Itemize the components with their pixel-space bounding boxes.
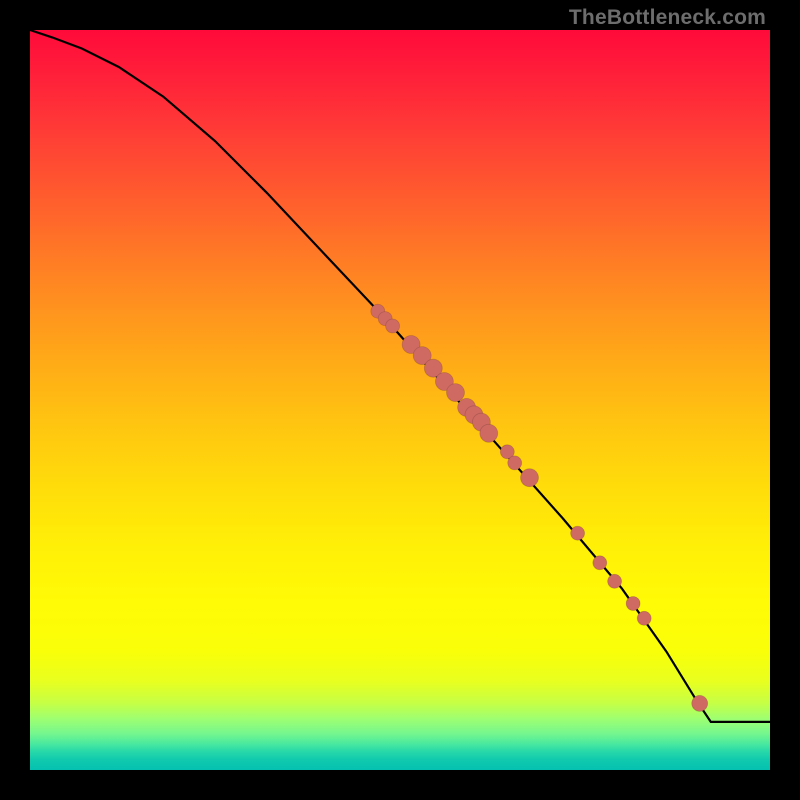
data-point <box>608 574 622 588</box>
chart-frame: TheBottleneck.com <box>0 0 800 800</box>
scatter-points <box>371 304 708 711</box>
data-point <box>386 319 400 333</box>
data-point <box>447 384 465 402</box>
data-point <box>508 456 522 470</box>
curve-line <box>30 30 770 722</box>
data-point <box>571 526 585 540</box>
data-point <box>692 695 708 711</box>
data-point <box>593 556 607 570</box>
data-point <box>637 611 651 625</box>
watermark-label: TheBottleneck.com <box>569 6 766 30</box>
chart-overlay <box>30 30 770 770</box>
data-point <box>480 424 498 442</box>
data-point <box>521 469 539 487</box>
data-point <box>626 597 640 611</box>
